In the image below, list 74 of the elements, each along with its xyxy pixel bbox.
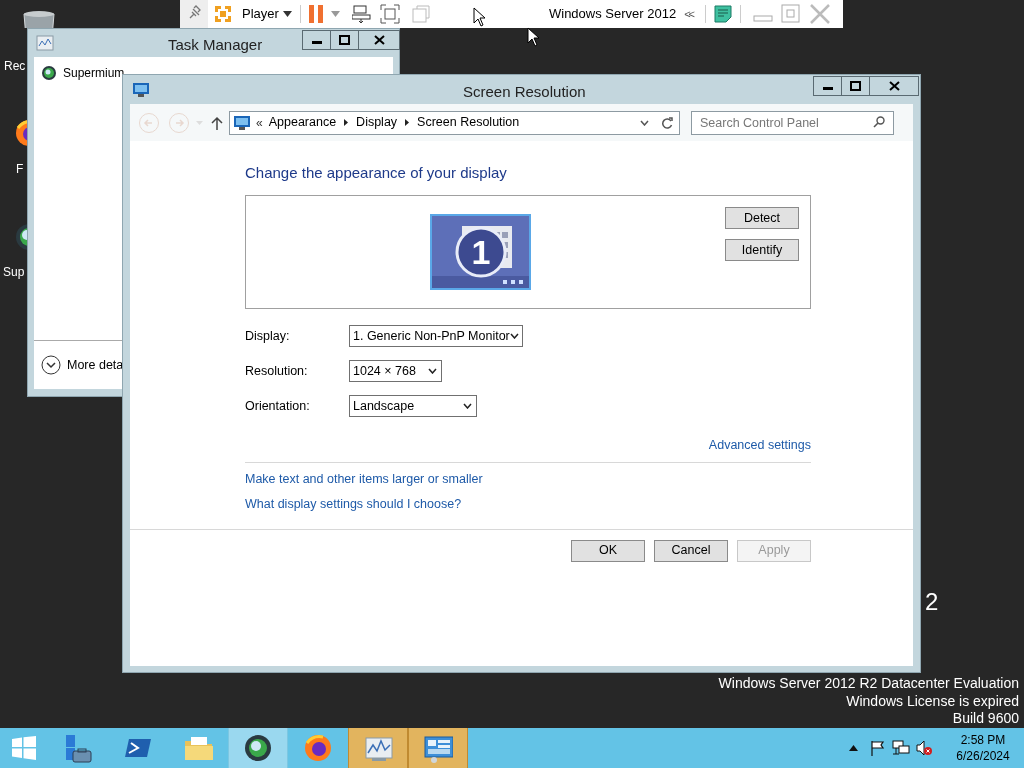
field-label: Display:	[245, 327, 291, 345]
chevron-right-icon	[344, 119, 349, 126]
dropdown[interactable]: 1024 × 768	[349, 360, 442, 382]
chevron-right-icon	[405, 119, 410, 126]
taskbar-button[interactable]	[228, 728, 288, 768]
chevron-down-icon	[463, 403, 472, 409]
recycle-bin-icon[interactable]	[20, 8, 58, 28]
help-link[interactable]: Make text and other items larger or smaller	[245, 471, 483, 487]
pin-icon[interactable]	[180, 0, 208, 28]
date-text: 6/26/2024	[956, 748, 1010, 764]
field-label: Orientation:	[245, 397, 311, 415]
breadcrumb-item[interactable]: Screen Resolution	[417, 113, 520, 132]
flag-icon[interactable]	[870, 740, 886, 756]
license-text: Windows License is expired	[846, 692, 1019, 710]
window-title: Task Manager	[168, 35, 263, 55]
network-icon[interactable]	[892, 740, 910, 756]
dialog-button[interactable]: OK	[571, 539, 645, 562]
desktop-icon-label[interactable]: F	[16, 163, 24, 175]
chevron-down-icon	[428, 368, 437, 374]
orb-icon	[41, 65, 57, 81]
search-icon[interactable]	[873, 116, 885, 128]
close-icon	[888, 81, 900, 91]
refresh-icon[interactable]	[661, 116, 673, 129]
caret-icon[interactable]	[282, 11, 292, 17]
pause-icon[interactable]	[308, 5, 323, 23]
page-heading: Change the appearance of your display	[245, 163, 508, 183]
time-text: 2:58 PM	[960, 732, 1006, 748]
advanced-settings-link[interactable]: Advanced settings	[708, 436, 811, 455]
player-menu[interactable]: Player	[234, 2, 287, 26]
search-field[interactable]: Search Control Panel	[691, 111, 894, 135]
help-link[interactable]: What display settings should I choose?	[245, 496, 462, 512]
up-arrow-icon[interactable]	[211, 115, 223, 130]
speaker-muted-icon[interactable]	[916, 740, 932, 756]
desktop-icon-label[interactable]: Sup	[3, 266, 25, 278]
license-text: Windows Server 2012 R2 Datacenter Evaluation	[718, 675, 1019, 693]
server-icon	[63, 733, 93, 763]
caret-up-icon[interactable]	[849, 745, 858, 751]
close-icon	[373, 35, 385, 45]
monitor-tile[interactable]: 1	[430, 214, 531, 290]
more-details-link[interactable]: More deta	[67, 355, 124, 375]
panel-button[interactable]: Identify	[725, 239, 799, 261]
dashboard-icon	[423, 733, 453, 763]
monitor-number: 1	[470, 232, 492, 272]
breadcrumb-item[interactable]: Display	[356, 113, 398, 132]
fox-browser-icon	[303, 733, 333, 763]
desktop-icon-label[interactable]: Rec	[4, 60, 26, 72]
dialog-button[interactable]: Cancel	[654, 539, 728, 562]
taskbar-button[interactable]	[408, 728, 468, 768]
chart-icon	[36, 35, 54, 51]
collapse-button[interactable]: <<	[684, 5, 693, 23]
note-icon[interactable]	[714, 5, 732, 23]
dropdown[interactable]: Landscape	[349, 395, 477, 417]
chevron-down-icon	[509, 333, 519, 339]
vm-title: Windows Server 2012	[548, 5, 677, 24]
chevron-down-icon[interactable]	[640, 119, 649, 126]
window-title: Screen Resolution	[463, 82, 586, 102]
maximize-icon	[850, 81, 861, 91]
clock[interactable]: 2:58 PM 6/26/2024	[948, 732, 1018, 764]
license-text: Build 9600	[952, 710, 1019, 728]
windows-logo-icon	[12, 736, 36, 760]
process-name[interactable]: Supermium	[63, 64, 125, 82]
monitor-icon	[133, 82, 149, 97]
dropdown[interactable]: 1. Generic Non-PnP Monitor	[349, 325, 523, 347]
panel-button[interactable]: Detect	[725, 207, 799, 229]
network-icon[interactable]	[351, 4, 372, 24]
monitor-icon	[234, 115, 250, 130]
chevron-down-icon[interactable]	[41, 355, 61, 375]
field-label: Resolution:	[245, 362, 309, 380]
maximize-icon	[339, 35, 350, 45]
breadcrumb-item[interactable]: Appearance	[268, 113, 337, 132]
edition-text: 2	[925, 587, 939, 617]
address-bar[interactable]: « Appearance Display Screen Resolution	[229, 110, 680, 135]
overflow-chevron[interactable]: «	[256, 113, 263, 132]
orb-icon	[243, 733, 273, 763]
